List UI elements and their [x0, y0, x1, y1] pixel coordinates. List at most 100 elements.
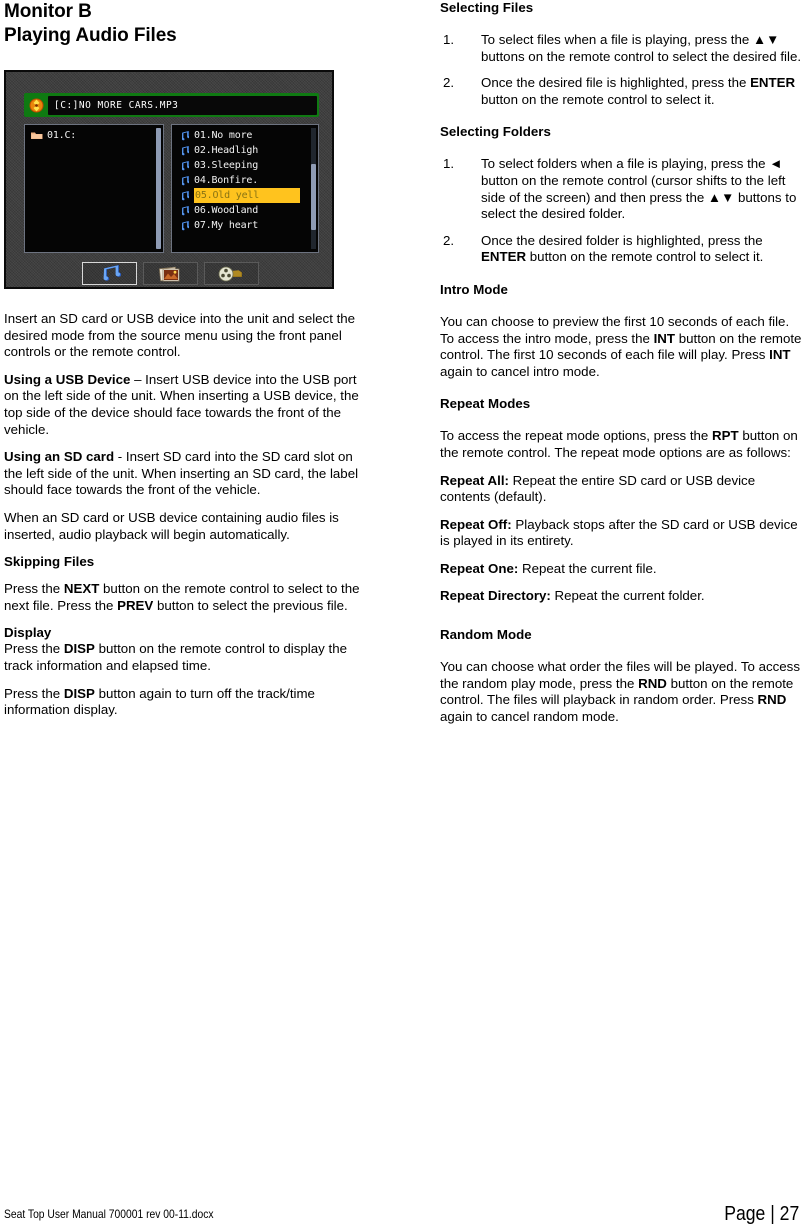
repeat-directory-paragraph: Repeat Directory: Repeat the current fol… [440, 588, 805, 605]
music-note-icon [178, 205, 190, 216]
selecting-folders-list: 1. To select folders when a file is playi… [440, 156, 805, 266]
list-item: 2. Once the desired file is highlighted, … [440, 75, 805, 108]
device-file-label: 02.Headligh [194, 145, 259, 156]
footer-document-name: Seat Top User Manual 700001 rev 00-11.do… [4, 1207, 214, 1221]
disp-button-name-2: DISP [63, 685, 95, 701]
list-number: 2. [443, 75, 455, 91]
list-number: 1. [443, 32, 455, 47]
int-button-name-2: INT [769, 347, 791, 363]
page-title: Monitor B Playing Audio Files [4, 0, 370, 48]
next-button-name: NEXT [63, 581, 100, 597]
display-paragraph-1: Press the DISP button on the remote cont… [4, 641, 370, 674]
auto-play-paragraph: When an SD card or USB device containing… [4, 509, 339, 542]
repeat-directory-text: Repeat the current folder. [550, 588, 705, 604]
folder-pane-scroll-thumb[interactable] [156, 128, 161, 249]
left-column: Monitor B Playing Audio Files [C:]NO MOR… [4, 0, 370, 719]
footer-page-number: Page | 27 [723, 1203, 799, 1225]
right-column: Selecting Files 1. To select files when a… [440, 0, 805, 725]
list-text: To select folders when a file is playing… [481, 156, 797, 222]
music-note-icon [178, 130, 190, 141]
repeat-intro-paragraph: To access the repeat mode options, press… [440, 428, 805, 461]
sd-paragraph: Using an SD card - Insert SD card into t… [4, 449, 370, 499]
device-folder-pane[interactable]: 01.C: [24, 124, 164, 253]
device-file-row[interactable]: 07.My heart [178, 218, 309, 233]
display-paragraph-2: Press the DISP button again to turn off … [4, 686, 370, 719]
device-screenshot-figure: [C:]NO MORE CARS.MP3 01.C: 01.No more 02… [4, 70, 334, 289]
repeat-all-label: Repeat All: [440, 472, 509, 488]
music-mode-button[interactable] [82, 262, 137, 285]
repeat-off-label: Repeat Off: [440, 516, 512, 532]
list-number: 2. [443, 232, 455, 248]
repeat-all-paragraph: Repeat All: Repeat the entire SD card or… [440, 473, 805, 506]
device-file-label: 06.Woodland [194, 205, 259, 216]
device-file-label: 04.Bonfire. [194, 175, 259, 186]
repeat-text-a: To access the repeat mode options, press… [440, 428, 713, 444]
repeat-modes-heading: Repeat Modes [440, 396, 531, 412]
skip-text-e: button to select the previous file. [153, 597, 348, 613]
device-file-row-selected[interactable]: 05.Old yell [178, 188, 309, 203]
device-file-pane[interactable]: 01.No more 02.Headligh 03.Sleeping 04.Bo… [171, 124, 319, 253]
random-mode-paragraph: You can choose what order the files will… [440, 659, 805, 725]
random-mode-heading: Random Mode [440, 627, 532, 643]
video-mode-button[interactable] [204, 262, 259, 285]
selecting-files-list: 1. To select files when a file is playing… [440, 32, 805, 108]
repeat-one-text: Repeat the current file. [518, 560, 657, 576]
list-item: 1. To select folders when a file is playi… [440, 156, 805, 222]
selecting-folders-heading: Selecting Folders [440, 124, 551, 140]
music-note-icon [178, 220, 190, 231]
photo-mode-button[interactable] [143, 262, 198, 285]
file-pane-scrollbar[interactable] [311, 128, 316, 249]
device-now-playing-bar: [C:]NO MORE CARS.MP3 [24, 93, 319, 117]
display-heading: Display [4, 625, 52, 641]
music-note-icon [178, 145, 190, 156]
music-note-icon [178, 160, 190, 171]
device-mode-buttons [82, 262, 259, 285]
list-text: To select files when a file is playing, … [481, 32, 802, 64]
music-mode-icon [99, 265, 121, 282]
intro-mode-paragraph: You can choose to preview the first 10 s… [440, 314, 805, 380]
list-text-c: button on the remote control to select i… [481, 91, 715, 107]
device-file-row[interactable]: 01.No more [178, 128, 309, 143]
device-file-row[interactable]: 02.Headligh [178, 143, 309, 158]
disp-button-name: DISP [63, 641, 95, 657]
skip-text-a: Press the [4, 581, 64, 597]
random-text-e: again to cancel random mode. [440, 708, 619, 724]
music-note-icon [178, 190, 190, 201]
device-file-label-selected: 05.Old yell [194, 188, 300, 203]
device-file-row[interactable]: 04.Bonfire. [178, 173, 309, 188]
repeat-directory-label: Repeat Directory: [440, 588, 551, 604]
document-page: Monitor B Playing Audio Files [C:]NO MOR… [0, 0, 805, 1229]
device-folder-label: 01.C: [47, 130, 77, 141]
device-now-playing-text: [C:]NO MORE CARS.MP3 [48, 95, 317, 115]
repeat-off-paragraph: Repeat Off: Playback stops after the SD … [440, 517, 805, 550]
photo-mode-icon [158, 265, 183, 283]
device-folder-row[interactable]: 01.C: [31, 128, 154, 143]
list-number: 1. [443, 156, 455, 172]
device-file-row[interactable]: 03.Sleeping [178, 158, 309, 173]
intro-text-e: again to cancel intro mode. [440, 363, 600, 379]
page-title-line1: Monitor B [4, 1, 92, 22]
skipping-files-paragraph: Press the NEXT button on the remote cont… [4, 581, 370, 614]
selecting-files-heading: Selecting Files [440, 0, 534, 15]
display2-text-a: Press the [4, 685, 64, 701]
page-footer: Seat Top User Manual 700001 rev 00-11.do… [4, 1203, 801, 1229]
rpt-button-name: RPT [712, 428, 739, 444]
usb-paragraph: Using a USB Device – Insert USB device i… [4, 372, 370, 438]
device-file-label: 01.No more [194, 130, 253, 141]
skipping-files-heading: Skipping Files [4, 554, 95, 570]
repeat-one-paragraph: Repeat One: Repeat the current file. [440, 561, 805, 578]
usb-label: Using a USB Device [4, 371, 131, 387]
list-item: 1. To select files when a file is playing… [440, 32, 805, 65]
prev-button-name: PREV [117, 597, 154, 613]
sd-label: Using an SD card [4, 449, 115, 465]
enter-button-name: ENTER [750, 75, 796, 91]
video-mode-icon [218, 265, 246, 283]
list-text-a: Once the desired folder is highlighted, … [481, 232, 763, 248]
list-text-a: Once the desired file is highlighted, pr… [481, 75, 751, 91]
file-pane-scroll-thumb[interactable] [311, 164, 316, 230]
list-item: 2. Once the desired folder is highlighted… [440, 233, 805, 266]
device-file-row[interactable]: 06.Woodland [178, 203, 309, 218]
folder-pane-scrollbar[interactable] [156, 128, 161, 249]
rnd-button-name-2: RND [757, 692, 787, 708]
page-title-line2: Playing Audio Files [4, 25, 177, 46]
